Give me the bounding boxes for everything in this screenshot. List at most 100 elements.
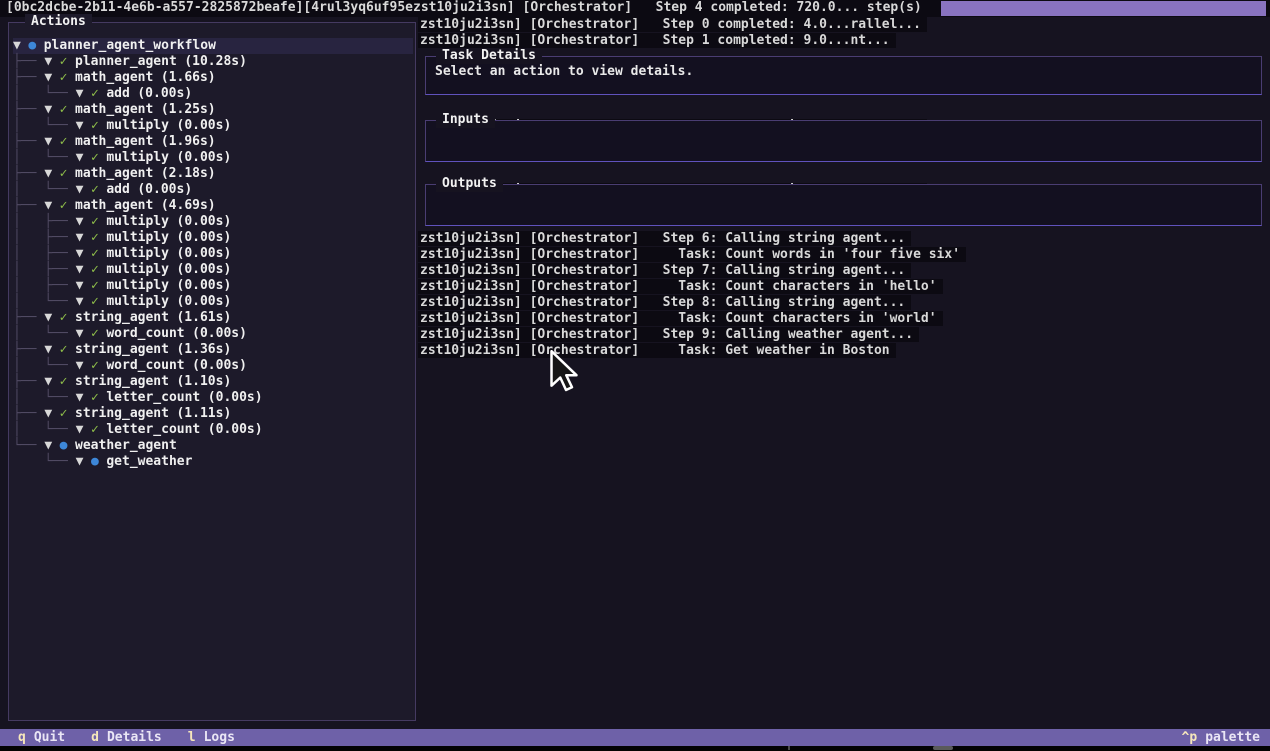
node-duration: (2.18s) bbox=[161, 166, 216, 181]
tree-guide: ├── bbox=[13, 166, 44, 181]
log-line: zst10ju2i3sn] [Orchestrator] Step 9: Cal… bbox=[418, 327, 966, 343]
binding-label: Quit bbox=[34, 729, 65, 746]
log-text: zst10ju2i3sn] [Orchestrator] Step 7: Cal… bbox=[418, 263, 911, 278]
tree-node-get_weather[interactable]: └── ▼●get_weather bbox=[13, 454, 413, 470]
footer-binding-logs[interactable]: lLogs bbox=[188, 729, 235, 746]
tree-guide: │ └── bbox=[13, 118, 76, 133]
expand-arrow-icon: ▼ bbox=[76, 230, 84, 245]
node-label: word_count bbox=[106, 326, 184, 341]
tree-node-word_count[interactable]: │ └── ▼✓word_count(0.00s) bbox=[13, 326, 413, 342]
log-text: zst10ju2i3sn] [Orchestrator] Task: Count… bbox=[418, 279, 943, 294]
palette-binding[interactable]: ^ppalette bbox=[1182, 729, 1260, 746]
expand-arrow-icon: ▼ bbox=[44, 198, 52, 213]
expand-arrow-icon: ▼ bbox=[76, 278, 84, 293]
app-screen: [0bc2dcbe-2b11-4e6b-a557-2825872beafe][4… bbox=[0, 0, 1270, 751]
tree-node-multiply[interactable]: │ └── ▼✓multiply(0.00s) bbox=[13, 118, 413, 134]
node-duration: (0.00s) bbox=[177, 294, 232, 309]
tree-node-multiply[interactable]: │ ├── ▼✓multiply(0.00s) bbox=[13, 262, 413, 278]
tree-node-letter_count[interactable]: │ └── ▼✓letter_count(0.00s) bbox=[13, 390, 413, 406]
tree-node-math_agent[interactable]: ├── ▼✓math_agent(2.18s) bbox=[13, 166, 413, 182]
expand-arrow-icon: ▼ bbox=[44, 374, 52, 389]
tree-node-letter_count[interactable]: │ └── ▼✓letter_count(0.00s) bbox=[13, 422, 413, 438]
log-line: zst10ju2i3sn] [Orchestrator] Task: Count… bbox=[418, 279, 966, 295]
expand-arrow-icon: ▼ bbox=[44, 134, 52, 149]
inputs-title: Inputs bbox=[436, 112, 495, 128]
tree-node-multiply[interactable]: │ ├── ▼✓multiply(0.00s) bbox=[13, 246, 413, 262]
expand-arrow-icon: ▼ bbox=[44, 342, 52, 357]
check-icon: ✓ bbox=[60, 198, 68, 213]
node-label: multiply bbox=[106, 118, 169, 133]
scrubber-handle bbox=[933, 746, 953, 750]
tree-node-math_agent[interactable]: ├── ▼✓math_agent(1.66s) bbox=[13, 70, 413, 86]
tree-guide: │ └── bbox=[13, 390, 76, 405]
running-dot-icon: ● bbox=[60, 438, 68, 453]
tree-guide: ├── bbox=[13, 406, 44, 421]
node-label: string_agent bbox=[75, 374, 169, 389]
footer-binding-quit[interactable]: qQuit bbox=[18, 729, 65, 746]
expand-arrow-icon: ▼ bbox=[76, 422, 84, 437]
log-text: zst10ju2i3sn] [Orchestrator] Task: Count… bbox=[418, 311, 943, 326]
check-icon: ✓ bbox=[60, 374, 68, 389]
footer-binding-details[interactable]: dDetails bbox=[91, 729, 162, 746]
tree-node-string_agent[interactable]: ├── ▼✓string_agent(1.10s) bbox=[13, 374, 413, 390]
tree-node-weather_agent[interactable]: └── ▼●weather_agent bbox=[13, 438, 413, 454]
node-label: math_agent bbox=[75, 70, 153, 85]
node-label: math_agent bbox=[75, 166, 153, 181]
tree-node-math_agent[interactable]: ├── ▼✓math_agent(1.25s) bbox=[13, 102, 413, 118]
node-label: weather_agent bbox=[75, 438, 177, 453]
tree-guide: ├── bbox=[13, 198, 44, 213]
node-label: math_agent bbox=[75, 134, 153, 149]
actions-panel[interactable]: Actions ▼●planner_agent_workflow├── ▼✓pl… bbox=[8, 22, 416, 721]
log-text: zst10ju2i3sn] [Orchestrator] Step 0 comp… bbox=[418, 17, 927, 32]
tree-node-multiply[interactable]: │ ├── ▼✓multiply(0.00s) bbox=[13, 230, 413, 246]
check-icon: ✓ bbox=[60, 54, 68, 69]
expand-arrow-icon: ▼ bbox=[76, 294, 84, 309]
log-line: zst10ju2i3sn] [Orchestrator] Step 7: Cal… bbox=[418, 263, 966, 279]
expand-arrow-icon: ▼ bbox=[44, 54, 52, 69]
tree-node-math_agent[interactable]: ├── ▼✓math_agent(1.96s) bbox=[13, 134, 413, 150]
log-line: zst10ju2i3sn] [Orchestrator] Task: Count… bbox=[418, 247, 966, 263]
expand-arrow-icon: ▼ bbox=[76, 214, 84, 229]
check-icon: ✓ bbox=[60, 134, 68, 149]
tree-node-add[interactable]: │ └── ▼✓add(0.00s) bbox=[13, 86, 413, 102]
node-label: string_agent bbox=[75, 342, 169, 357]
running-dot-icon: ● bbox=[91, 454, 99, 469]
tree-node-multiply[interactable]: │ ├── ▼✓multiply(0.00s) bbox=[13, 278, 413, 294]
tree-node-multiply[interactable]: │ └── ▼✓multiply(0.00s) bbox=[13, 294, 413, 310]
expand-arrow-icon: ▼ bbox=[44, 102, 52, 117]
tree-node-multiply[interactable]: │ └── ▼✓multiply(0.00s) bbox=[13, 150, 413, 166]
tree-node-add[interactable]: │ └── ▼✓add(0.00s) bbox=[13, 182, 413, 198]
tree-node-planner_agent[interactable]: ├── ▼✓planner_agent(10.28s) bbox=[13, 54, 413, 70]
tree-node-word_count[interactable]: │ └── ▼✓word_count(0.00s) bbox=[13, 358, 413, 374]
expand-arrow-icon: ▼ bbox=[76, 246, 84, 261]
tree-guide: └── bbox=[13, 438, 44, 453]
log-text: zst10ju2i3sn] [Orchestrator] Step 6: Cal… bbox=[418, 231, 911, 246]
tree-node-multiply[interactable]: │ ├── ▼✓multiply(0.00s) bbox=[13, 214, 413, 230]
log-text: zst10ju2i3sn] [Orchestrator] Task: Get w… bbox=[418, 343, 896, 358]
node-label: multiply bbox=[106, 150, 169, 165]
node-label: math_agent bbox=[75, 198, 153, 213]
tree-node-string_agent[interactable]: ├── ▼✓string_agent(1.61s) bbox=[13, 310, 413, 326]
check-icon: ✓ bbox=[91, 246, 99, 261]
tree-node-planner_agent_workflow[interactable]: ▼●planner_agent_workflow bbox=[13, 38, 413, 54]
running-dot-icon: ● bbox=[28, 38, 36, 53]
node-label: multiply bbox=[106, 262, 169, 277]
node-label: add bbox=[106, 182, 129, 197]
tree-guide: │ └── bbox=[13, 326, 76, 341]
node-label: planner_agent_workflow bbox=[44, 38, 216, 53]
node-label: word_count bbox=[106, 358, 184, 373]
check-icon: ✓ bbox=[91, 182, 99, 197]
node-duration: (0.00s) bbox=[192, 326, 247, 341]
tree-guide: │ └── bbox=[13, 86, 76, 101]
node-duration: (0.00s) bbox=[177, 262, 232, 277]
tree-node-string_agent[interactable]: ├── ▼✓string_agent(1.36s) bbox=[13, 342, 413, 358]
node-label: add bbox=[106, 86, 129, 101]
check-icon: ✓ bbox=[60, 310, 68, 325]
tree-node-string_agent[interactable]: ├── ▼✓string_agent(1.11s) bbox=[13, 406, 413, 422]
tree-node-math_agent[interactable]: ├── ▼✓math_agent(4.69s) bbox=[13, 198, 413, 214]
node-label: planner_agent bbox=[75, 54, 177, 69]
node-duration: (1.66s) bbox=[161, 70, 216, 85]
node-duration: (1.61s) bbox=[176, 310, 231, 325]
tree-guide: ├── bbox=[13, 102, 44, 117]
node-label: string_agent bbox=[75, 310, 169, 325]
